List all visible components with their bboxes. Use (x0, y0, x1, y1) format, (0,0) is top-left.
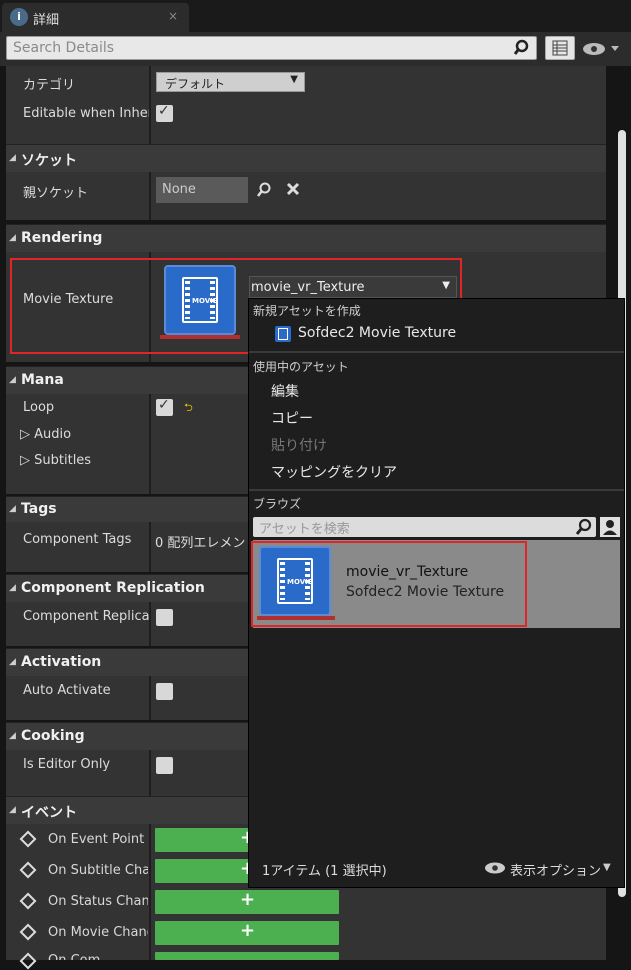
add-event-button[interactable]: + (155, 889, 339, 914)
category-dropdown[interactable]: デフォルト ▼ (156, 72, 305, 92)
expand-triangle-icon: ◢ (9, 504, 16, 514)
grid-icon (552, 40, 568, 56)
new-sofdec2-item[interactable]: Sofdec2 Movie Texture (298, 325, 456, 341)
component-tags-label: Component Tags (23, 532, 132, 547)
section-title: Mana (21, 372, 64, 388)
section-title: Rendering (21, 230, 103, 246)
collapsed-triangle-icon: ▷ (20, 453, 35, 468)
search-icon[interactable] (514, 39, 532, 57)
section-title: Cooking (21, 728, 85, 744)
eye-icon (485, 862, 505, 874)
event-label: On Com... (48, 953, 148, 960)
editable-checkbox[interactable] (156, 103, 173, 122)
item-count: 1アイテム (1 選択中) (262, 864, 387, 879)
expand-triangle-icon: ◢ (9, 731, 16, 741)
component-replicates-checkbox[interactable] (156, 609, 173, 626)
close-icon[interactable]: × (168, 9, 178, 23)
new-asset-header: 新規アセットを作成 (253, 304, 361, 318)
eye-icon (583, 43, 619, 55)
search-row: Search Details (0, 32, 631, 66)
search-icon[interactable] (256, 182, 272, 198)
edit-menu-item[interactable]: 編集 (271, 381, 299, 401)
expand-triangle-icon: ◢ (9, 805, 16, 815)
asset-search-placeholder: アセットを検索 (259, 522, 350, 537)
search-input[interactable]: Search Details (6, 36, 537, 60)
current-asset-header: 使用中のアセット (253, 360, 349, 374)
category-label: カテゴリ (23, 78, 76, 93)
user-filter-button[interactable] (600, 517, 620, 537)
expand-triangle-icon: ◢ (9, 657, 16, 667)
search-icon[interactable] (575, 518, 593, 536)
view-options-eye-button[interactable] (582, 40, 624, 58)
loop-label: Loop (23, 400, 55, 415)
expand-triangle-icon: ◢ (9, 233, 16, 243)
chevron-down-icon: ▼ (290, 74, 298, 85)
section-title: Component Replication (21, 580, 205, 596)
paste-menu-item[interactable]: 貼り付け (271, 435, 327, 455)
section-title: Tags (21, 501, 57, 517)
add-event-button[interactable]: + (155, 920, 339, 945)
collapsed-triangle-icon: ▷ (20, 427, 35, 442)
component-replicates-label: Component Replicate (23, 609, 149, 624)
event-label: On Movie Chang (48, 925, 148, 940)
editor-only-label: Is Editor Only (23, 757, 111, 772)
info-icon: i (10, 8, 28, 26)
category-value: デフォルト (165, 77, 226, 91)
parent-socket-label: 親ソケット (23, 186, 89, 201)
loop-checkbox[interactable] (156, 397, 173, 416)
event-label: On Status Chang (48, 894, 148, 909)
section-title: イベント (21, 805, 77, 821)
section-socket[interactable]: ◢ ソケット (6, 144, 606, 172)
reset-arrow-icon[interactable]: ⮌ (184, 399, 193, 418)
expand-triangle-icon: ◢ (9, 375, 16, 385)
clear-x-icon[interactable] (286, 182, 300, 196)
parent-socket-field[interactable]: None (156, 177, 248, 203)
plus-icon: + (240, 889, 256, 910)
section-rendering[interactable]: ◢ Rendering (6, 224, 606, 252)
audio-label: ▷ Audio (20, 427, 72, 442)
user-icon (603, 520, 617, 535)
search-placeholder: Search Details (13, 40, 115, 56)
auto-activate-checkbox[interactable] (156, 683, 173, 700)
editable-label: Editable when Inherit (23, 106, 149, 121)
event-label: On Subtitle Chan (48, 863, 148, 878)
editable-row: Editable when Inherit (6, 98, 606, 130)
auto-activate-label: Auto Activate (23, 683, 111, 698)
asset-search-input[interactable]: アセットを検索 (253, 517, 596, 537)
copy-menu-item[interactable]: コピー (271, 408, 313, 428)
tab-title: 詳細 (33, 13, 60, 28)
expand-triangle-icon: ◢ (9, 153, 16, 163)
parent-socket-row: 親ソケット None (6, 172, 606, 220)
plus-icon: + (240, 920, 256, 941)
event-label: On Event Point (48, 832, 145, 847)
browse-header: ブラウズ (253, 497, 302, 511)
subtitles-label: ▷ Subtitles (20, 453, 92, 468)
view-options-label: 表示オプション (510, 864, 602, 879)
editor-only-checkbox[interactable] (156, 757, 173, 774)
tab-details[interactable]: i 詳細 × (2, 3, 189, 32)
tab-bar: i 詳細 × (0, 0, 631, 32)
expand-triangle-icon: ◢ (9, 583, 16, 593)
chevron-down-icon: ▼ (603, 862, 611, 873)
parent-socket-value: None (162, 182, 196, 197)
component-tags-value: 0 配列エレメント (155, 536, 259, 551)
add-event-button[interactable] (155, 952, 339, 960)
highlight-box (251, 541, 527, 627)
clear-mapping-menu-item[interactable]: マッピングをクリア (271, 462, 397, 482)
movie-texture-icon (275, 326, 291, 342)
property-matrix-button[interactable] (545, 36, 575, 60)
category-row: カテゴリ デフォルト ▼ (6, 66, 606, 98)
section-title: Activation (21, 654, 102, 670)
section-title: ソケット (21, 153, 77, 169)
